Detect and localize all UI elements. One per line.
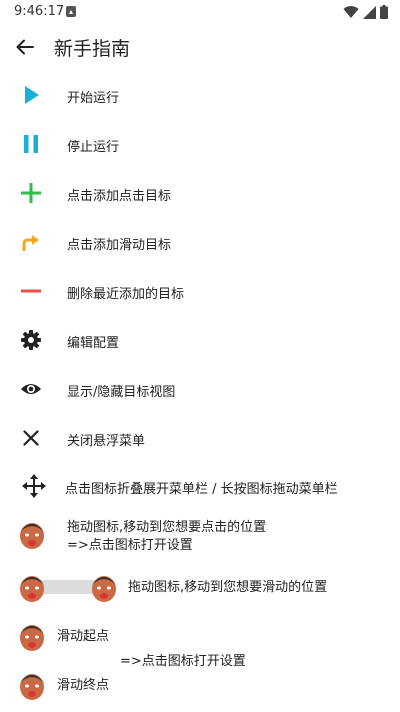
guide-item-label: 点击图标折叠展开菜单栏 / 长按图标拖动菜单栏 [65, 482, 338, 497]
signal-icon [363, 5, 376, 19]
guide-item-label: 开始运行 [67, 91, 120, 106]
curved-arrow-icon [18, 229, 44, 255]
status-icons [343, 4, 388, 20]
guide-item-toggle-view: 显示/隐藏目标视图 [0, 369, 400, 409]
plus-icon [18, 180, 44, 206]
guide-item-close-menu: 关闭悬浮菜单 [0, 418, 400, 458]
swipe-target-hint: 拖动图标,移动到您想要滑动的位置 [128, 580, 328, 595]
gear-icon [18, 327, 44, 353]
click-target-hint: 拖动图标,移动到您想要点击的位置 =>点击图标打开设置 [67, 519, 266, 555]
page-title: 新手指南 [54, 38, 131, 60]
guide-item-remove: 删除最近添加的目标 [0, 271, 400, 311]
guide-item-label: 显示/隐藏目标视图 [67, 385, 176, 400]
guide-item-label: 点击添加点击目标 [67, 189, 172, 204]
status-time: 9:46:17 [14, 4, 65, 19]
click-target-hint-line1: 拖动图标,移动到您想要点击的位置 [67, 520, 267, 535]
arrow-left-icon [16, 39, 34, 55]
swipe-end-avatar-icon[interactable] [90, 573, 118, 603]
guide-item-label: 停止运行 [67, 140, 120, 155]
swipe-start-label: 滑动起点 [57, 629, 110, 644]
swipe-start-avatar-icon[interactable] [18, 573, 46, 603]
battery-icon [380, 5, 388, 19]
status-bar: 9:46:17 [0, 0, 400, 24]
move-icon [21, 473, 47, 499]
back-button[interactable] [12, 34, 38, 60]
minus-icon [18, 278, 44, 304]
swipe-start-point-avatar-icon[interactable] [18, 622, 46, 652]
swipe-open-settings-hint: =>点击图标打开设置 [120, 654, 246, 669]
guide-item-move-menu: 点击图标折叠展开菜单栏 / 长按图标拖动菜单栏 [0, 466, 400, 506]
guide-item-label: 编辑配置 [67, 336, 120, 351]
eye-icon [18, 376, 44, 402]
guide-item-label: 删除最近添加的目标 [67, 287, 185, 302]
swipe-end-label: 滑动终点 [57, 678, 110, 693]
pause-icon [18, 131, 44, 157]
guide-item-label: 关闭悬浮菜单 [67, 434, 146, 449]
wifi-icon [343, 6, 359, 19]
guide-item-add-swipe: 点击添加滑动目标 [0, 222, 400, 262]
guide-item-start: 开始运行 [0, 75, 400, 115]
guide-item-edit-config: 编辑配置 [0, 320, 400, 360]
notification-icon [66, 6, 76, 17]
play-icon [18, 82, 44, 108]
guide-item-label: 点击添加滑动目标 [67, 238, 172, 253]
swipe-end-point-avatar-icon[interactable] [18, 671, 46, 701]
click-target-avatar-icon[interactable] [18, 520, 46, 550]
guide-item-stop: 停止运行 [0, 124, 400, 164]
guide-item-add-click: 点击添加点击目标 [0, 173, 400, 213]
click-target-hint-line2: =>点击图标打开设置 [67, 538, 193, 553]
app-bar: 新手指南 [0, 24, 400, 70]
close-icon [18, 425, 44, 451]
